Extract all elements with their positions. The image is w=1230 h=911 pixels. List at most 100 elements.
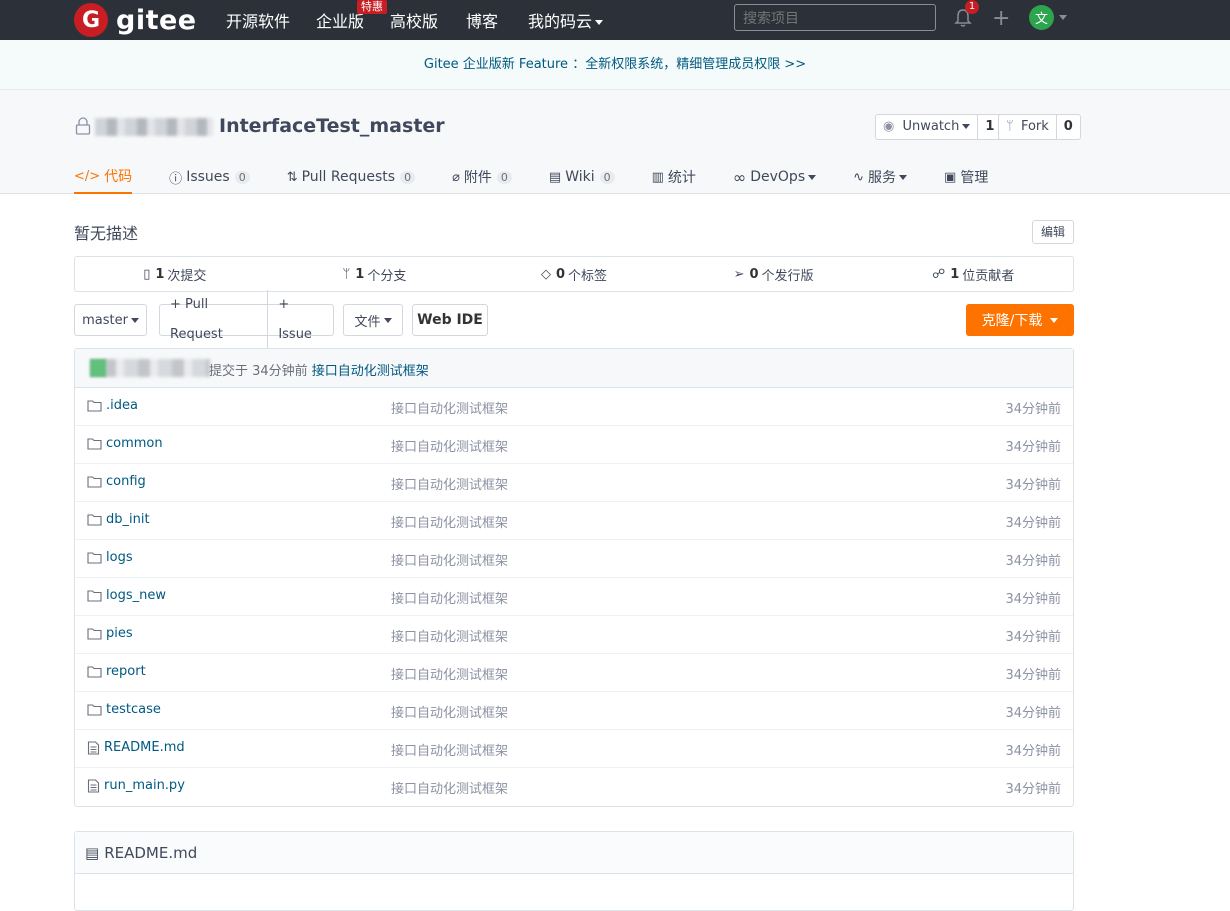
- file-name-link[interactable]: logs_new: [87, 588, 166, 603]
- tab-pull-requests[interactable]: ⇅ Pull Requests 0: [287, 160, 416, 194]
- file-menu-button[interactable]: 文件: [343, 304, 403, 336]
- tab-attachments[interactable]: ⌀ 附件 0: [452, 160, 512, 194]
- readme-title: README.md: [104, 843, 198, 862]
- nav-item-my-gitee[interactable]: 我的码云: [528, 8, 604, 32]
- stat-commits-label: 次提交: [167, 268, 207, 284]
- tab-issues-label: Issues: [186, 169, 230, 185]
- branch-select[interactable]: master: [74, 304, 147, 336]
- file-commit-message[interactable]: 接口自动化测试框架: [391, 626, 508, 645]
- stat-tags[interactable]: ◇ 0 个标签: [474, 257, 674, 291]
- plus-icon[interactable]: +: [992, 6, 1010, 31]
- issue-icon: ⓘ: [169, 171, 183, 187]
- edit-description-button[interactable]: 编辑: [1032, 220, 1074, 244]
- file-row[interactable]: logs 接口自动化测试框架 34分钟前: [75, 540, 1073, 578]
- avatar-chevron-down-icon[interactable]: [1059, 15, 1067, 20]
- tab-wiki[interactable]: ▤ Wiki 0: [549, 160, 615, 194]
- feature-banner-text[interactable]: Gitee 企业版新 Feature ：全新权限系统，精细管理成员权限 >>: [424, 57, 806, 72]
- nav-item-education[interactable]: 高校版: [390, 8, 438, 32]
- file-name-link[interactable]: report: [87, 664, 146, 679]
- stat-branches[interactable]: ᛘ 1 个分支: [275, 257, 475, 291]
- nav-item-opensource[interactable]: 开源软件: [226, 8, 290, 32]
- search-input[interactable]: [734, 4, 936, 31]
- file-row[interactable]: pies 接口自动化测试框架 34分钟前: [75, 616, 1073, 654]
- repo-tabs: </> 代码 ⓘ Issues 0 ⇅ Pull Requests 0 ⌀ 附件…: [74, 160, 1025, 194]
- unwatch-button[interactable]: ◉ Unwatch: [876, 115, 977, 139]
- stat-contributors[interactable]: ☍ 1 位贡献者: [873, 257, 1073, 291]
- file-name-link[interactable]: pies: [87, 626, 133, 641]
- stat-branches-label: 个分支: [367, 268, 407, 284]
- fork-label: Fork: [1020, 119, 1049, 134]
- file-name-link[interactable]: README.md: [87, 740, 185, 755]
- repo-name[interactable]: InterfaceTest_master: [219, 115, 445, 137]
- commit-message-link[interactable]: 接口自动化测试框架: [312, 364, 429, 379]
- pr-issue-button-group: + Pull Request + Issue: [159, 290, 334, 350]
- tab-devops[interactable]: ∞ DevOps: [733, 160, 817, 194]
- file-name-link[interactable]: logs: [87, 550, 133, 565]
- file-name-link[interactable]: common: [87, 436, 163, 451]
- file-row[interactable]: run_main.py 接口自动化测试框架 34分钟前: [75, 768, 1073, 806]
- tab-stats[interactable]: ▥ 统计: [652, 160, 696, 194]
- file-row[interactable]: db_init 接口自动化测试框架 34分钟前: [75, 502, 1073, 540]
- tab-services[interactable]: ∿ 服务: [853, 160, 908, 194]
- file-commit-message[interactable]: 接口自动化测试框架: [391, 512, 508, 531]
- fork-button[interactable]: ᛘ Fork: [999, 115, 1056, 139]
- file-commit-message[interactable]: 接口自动化测试框架: [391, 778, 508, 797]
- tab-pull-requests-count: 0: [400, 170, 416, 184]
- file-row[interactable]: logs_new 接口自动化测试框架 34分钟前: [75, 578, 1073, 616]
- feature-banner[interactable]: Gitee 企业版新 Feature ：全新权限系统，精细管理成员权限 >>: [0, 40, 1230, 90]
- fork-icon: ᛘ: [1006, 119, 1014, 134]
- file-icon: [87, 740, 100, 755]
- commit-icon: ▯: [143, 266, 151, 282]
- file-name: common: [106, 436, 163, 451]
- file-commit-message[interactable]: 接口自动化测试框架: [391, 664, 508, 683]
- file-commit-message[interactable]: 接口自动化测试框架: [391, 436, 508, 455]
- clone-download-button[interactable]: 克隆/下载: [966, 304, 1074, 336]
- paperclip-icon: ⌀: [452, 169, 460, 185]
- tab-code[interactable]: </> 代码: [74, 160, 133, 194]
- tag-icon: ◇: [540, 266, 551, 282]
- file-row[interactable]: common 接口自动化测试框架 34分钟前: [75, 426, 1073, 464]
- tab-manage[interactable]: ▣ 管理: [944, 160, 988, 194]
- stat-branches-number: 1: [355, 266, 365, 282]
- file-name-link[interactable]: .idea: [87, 398, 138, 413]
- new-pull-request-button[interactable]: + Pull Request: [160, 290, 269, 350]
- nav-item-blog[interactable]: 博客: [466, 8, 498, 32]
- new-issue-button[interactable]: + Issue: [268, 290, 333, 350]
- file-row[interactable]: testcase 接口自动化测试框架 34分钟前: [75, 692, 1073, 730]
- file-name-link[interactable]: testcase: [87, 702, 161, 717]
- notification-count-badge: 1: [965, 0, 979, 14]
- manage-icon: ▣: [944, 169, 957, 185]
- file-row[interactable]: report 接口自动化测试框架 34分钟前: [75, 654, 1073, 692]
- file-commit-time: 34分钟前: [1005, 668, 1061, 683]
- file-commit-message[interactable]: 接口自动化测试框架: [391, 588, 508, 607]
- tab-wiki-label: Wiki: [565, 169, 595, 185]
- file-commit-time: 34分钟前: [1005, 630, 1061, 645]
- stat-releases-label: 个发行版: [761, 268, 814, 284]
- file-commit-message[interactable]: 接口自动化测试框架: [391, 474, 508, 493]
- file-commit-message[interactable]: 接口自动化测试框架: [391, 740, 508, 759]
- file-name-link[interactable]: db_init: [87, 512, 150, 527]
- tab-issues[interactable]: ⓘ Issues 0: [169, 160, 250, 194]
- stat-releases[interactable]: ➢ 0 个发行版: [674, 257, 874, 291]
- fork-count[interactable]: 0: [1055, 115, 1080, 139]
- chevron-down-icon: [899, 174, 908, 180]
- avatar[interactable]: 文: [1029, 5, 1054, 30]
- file-row[interactable]: config 接口自动化测试框架 34分钟前: [75, 464, 1073, 502]
- file-commit-message[interactable]: 接口自动化测试框架: [391, 702, 508, 721]
- gitee-logo[interactable]: G gitee: [74, 3, 197, 37]
- tab-issues-count: 0: [234, 170, 250, 184]
- folder-icon: [87, 514, 102, 526]
- file-name-link[interactable]: run_main.py: [87, 778, 185, 793]
- file-commit-message[interactable]: 接口自动化测试框架: [391, 398, 508, 417]
- branch-icon: ᛘ: [342, 266, 351, 282]
- web-ide-button[interactable]: Web IDE: [412, 304, 488, 336]
- file-menu-label: 文件: [354, 314, 381, 330]
- bar-chart-icon: ▥: [651, 169, 664, 185]
- file-commit-message[interactable]: 接口自动化测试框架: [391, 550, 508, 569]
- file-name-link[interactable]: config: [87, 474, 146, 489]
- file-row[interactable]: .idea 接口自动化测试框架 34分钟前: [75, 388, 1073, 426]
- stat-commits[interactable]: ▯ 1 次提交: [75, 257, 275, 291]
- send-icon: ➢: [733, 266, 745, 282]
- file-row[interactable]: README.md 接口自动化测试框架 34分钟前: [75, 730, 1073, 768]
- stat-contributors-number: 1: [950, 266, 960, 282]
